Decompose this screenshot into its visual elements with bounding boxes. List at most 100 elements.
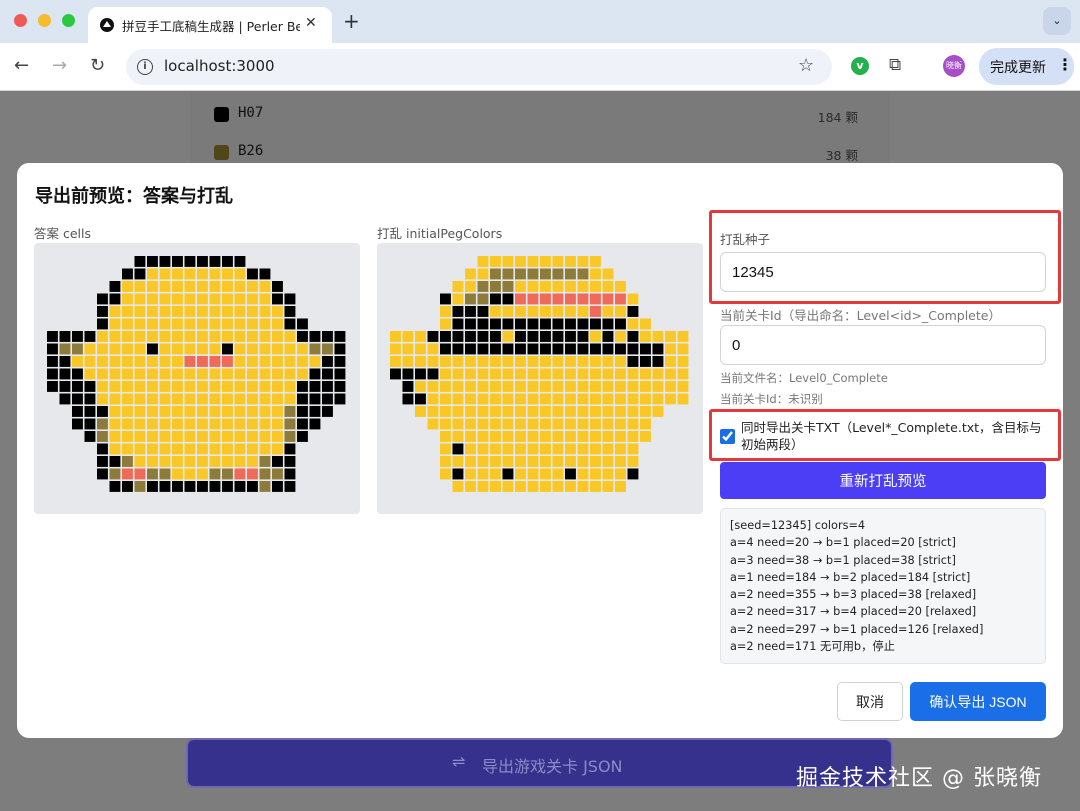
bead-cell (490, 268, 501, 280)
update-label: 完成更新 (990, 60, 1046, 76)
cancel-button[interactable]: 取消 (837, 682, 903, 721)
bead-cell (490, 468, 501, 480)
bookmark-star-icon[interactable]: ☆ (798, 55, 814, 76)
bead-cell (184, 331, 196, 342)
update-button[interactable]: 完成更新 ⋮ (979, 48, 1074, 85)
back-arrow-icon[interactable]: ← (14, 55, 29, 76)
bead-cell (565, 406, 576, 417)
new-tab-icon[interactable]: + (343, 9, 360, 33)
bead-cell (490, 331, 501, 342)
profile-avatar[interactable]: 晓衡 (943, 55, 965, 77)
level-id-input[interactable] (720, 325, 1046, 365)
tab-close-icon[interactable]: ✕ (305, 15, 317, 31)
url-text[interactable]: localhost:3000 (164, 57, 275, 75)
log-line: a=2 need=297 → b=1 placed=126 [relaxed] (730, 622, 984, 636)
bead-cell (665, 368, 676, 380)
bead-cell (602, 331, 614, 342)
color-swatch (214, 107, 229, 122)
bead-cell (577, 406, 589, 417)
bead-cell (322, 393, 333, 405)
bead-cell (209, 431, 221, 442)
bead-cell (109, 331, 121, 342)
extensions-puzzle-icon[interactable]: ⧉ (889, 55, 901, 75)
export-level-json-button[interactable]: ⇌ 导出游戏关卡 JSON (186, 738, 893, 788)
reshuffle-preview-button[interactable]: 重新打乱预览 (720, 462, 1046, 499)
bead-cell (159, 293, 171, 305)
bead-cell (184, 468, 196, 480)
export-txt-checkbox[interactable] (720, 429, 735, 444)
bead-cell (222, 268, 233, 280)
browser-tab[interactable]: 拼豆手工底稿生成器 | Perler Be ✕ (88, 7, 332, 43)
answer-label: 答案 cells (34, 226, 91, 241)
bead-cell (527, 318, 539, 330)
more-menu-icon: ⋮ (1057, 55, 1073, 74)
bead-cell (477, 393, 489, 405)
bead-cell (159, 318, 171, 330)
bead-cell (284, 381, 296, 392)
minimize-window-button[interactable] (38, 14, 51, 27)
bead-cell (590, 443, 601, 455)
bead-cell (440, 418, 451, 430)
bead-cell (440, 381, 451, 392)
bead-cell (490, 418, 501, 430)
reload-icon[interactable]: ↻ (90, 55, 105, 76)
bead-cell (122, 306, 133, 317)
bead-cell (415, 381, 426, 392)
watermark: 掘金技术社区 @ 张晓衡 (796, 766, 1042, 791)
bead-cell (502, 256, 514, 267)
bead-cell (477, 368, 489, 380)
bead-cell (184, 481, 196, 492)
bead-cell (259, 406, 271, 417)
bead-cell (209, 481, 221, 492)
bead-cell (184, 393, 196, 405)
bead-cell (72, 393, 83, 405)
bead-cell (184, 318, 196, 330)
close-window-button[interactable] (14, 14, 27, 27)
bead-cell (184, 431, 196, 442)
seed-label: 打乱种子 (720, 232, 771, 247)
bead-cell (184, 381, 196, 392)
export-txt-label[interactable]: 同时导出关卡TXT（Level*_Complete.txt，含目标与初始两段） (741, 419, 1046, 453)
bead-cell (490, 431, 501, 442)
bead-cell (209, 406, 221, 417)
confirm-export-json-button[interactable]: 确认导出 JSON (910, 682, 1046, 721)
bead-cell (640, 331, 651, 342)
seed-input[interactable] (720, 252, 1046, 292)
bead-cell (515, 443, 526, 455)
bead-cell (159, 306, 171, 317)
bead-cell (552, 431, 564, 442)
tab-search-chevron-icon[interactable]: ⌄ (1043, 7, 1071, 35)
bead-cell (272, 418, 283, 430)
bead-cell (515, 306, 526, 317)
extension-v-icon[interactable]: v (851, 57, 869, 75)
address-bar[interactable]: i localhost:3000 ☆ (126, 49, 832, 85)
bead-cell (452, 456, 464, 467)
bead-cell (209, 318, 221, 330)
bead-cell (147, 343, 158, 355)
bead-cell (502, 281, 514, 292)
bead-cell (159, 381, 171, 392)
bead-cell (552, 256, 564, 267)
bead-cell (565, 481, 576, 492)
bead-cell (334, 381, 346, 392)
site-info-icon[interactable]: i (137, 59, 153, 75)
bead-cell (222, 393, 233, 405)
maximize-window-button[interactable] (62, 14, 75, 27)
bead-cell (234, 331, 246, 342)
bead-cell (577, 306, 589, 317)
bead-cell (540, 418, 551, 430)
bead-cell (122, 406, 133, 417)
bead-cell (540, 343, 551, 355)
bead-cell (640, 318, 651, 330)
bead-cell (565, 381, 576, 392)
bead-cell (222, 356, 233, 367)
bead-cell (540, 356, 551, 367)
bead-cell (322, 368, 333, 380)
bead-cell (309, 368, 321, 380)
current-filename: 当前文件名：Level0_Complete (720, 371, 888, 385)
bead-cell (84, 356, 96, 367)
forward-arrow-icon[interactable]: → (52, 55, 67, 76)
bead-cell (615, 293, 626, 305)
log-line: a=1 need=184 → b=2 placed=184 [strict] (730, 570, 971, 584)
bead-cell (502, 456, 514, 467)
